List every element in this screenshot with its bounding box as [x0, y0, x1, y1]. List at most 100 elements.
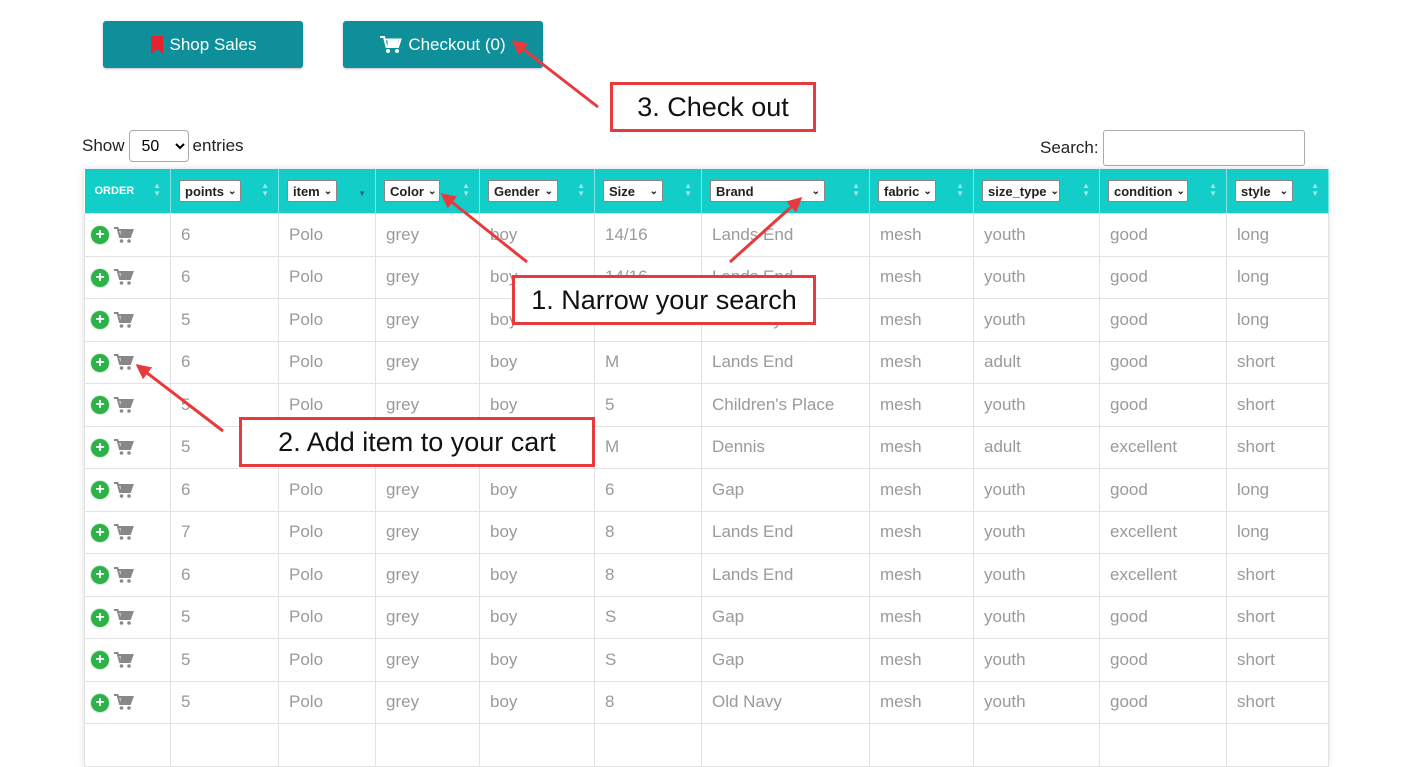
plus-circle-icon[interactable]: + — [91, 438, 109, 457]
table-cell: M — [594, 340, 702, 384]
table-cell: Gap — [701, 638, 870, 682]
cart-icon — [380, 35, 403, 53]
search-label: Search: — [1040, 138, 1099, 157]
order-header-label: ORDER — [94, 185, 135, 197]
table-cell: mesh — [869, 468, 974, 512]
sort-icon[interactable]: ▲ ▼ — [261, 182, 269, 198]
plus-circle-icon[interactable]: + — [91, 353, 109, 372]
table-cell: 6 — [170, 213, 279, 257]
table-cell: long — [1226, 255, 1329, 299]
brand-filter-label: Brand — [716, 183, 754, 199]
table-cell: boy — [479, 468, 595, 512]
sort-icon[interactable]: ▼ — [358, 182, 366, 198]
annotation-add-text: 2. Add item to your cart — [278, 426, 556, 457]
sort-icon[interactable]: ▲ ▼ — [1209, 182, 1217, 198]
cart-icon[interactable] — [114, 481, 134, 499]
table-cell: 6 — [594, 468, 702, 512]
column-header-points: points ⌄ ▲ ▼ — [170, 169, 279, 214]
cart-icon[interactable] — [114, 439, 134, 456]
cart-icon[interactable] — [114, 651, 134, 669]
sort-icon[interactable]: ▲ ▼ — [852, 182, 860, 198]
points-filter-select[interactable]: points ⌄ — [179, 180, 241, 202]
checkout-button[interactable]: Checkout (0) — [343, 21, 543, 68]
plus-circle-icon[interactable]: + — [91, 268, 109, 287]
plus-circle-icon[interactable]: + — [91, 311, 109, 330]
style-filter-select[interactable]: style ⌄ — [1235, 180, 1293, 202]
cart-icon[interactable] — [114, 566, 134, 584]
table-cell: mesh — [869, 213, 974, 257]
table-cell: boy — [479, 553, 595, 597]
table-cell: 7 — [170, 510, 279, 554]
table-row: +6Pologreyboy14/16Lands Endmeshyouthgood… — [84, 213, 1329, 257]
table-header-row: ORDER ▲ ▼ points ⌄ ▲ ▼ item ⌄ ▼ Color ⌄ ▲ ▼ Ge… — [84, 169, 1329, 214]
size-type-filter-select[interactable]: size_type ⌄ — [982, 180, 1060, 202]
table-cell: mesh — [869, 553, 974, 597]
table-cell: grey — [375, 680, 480, 724]
column-header-fabric: fabric ⌄ ▲ ▼ — [869, 169, 974, 214]
cart-icon[interactable] — [114, 269, 134, 286]
sort-icon[interactable]: ▲ ▼ — [1082, 182, 1090, 198]
plus-circle-icon[interactable]: + — [91, 396, 109, 415]
table-cell: grey — [375, 595, 480, 639]
table-cell: good — [1099, 255, 1227, 299]
chevron-down-icon: ⌄ — [1176, 185, 1185, 197]
annotation-narrow-text: 1. Narrow your search — [531, 284, 797, 315]
table-cell: short — [1226, 595, 1329, 639]
cart-icon[interactable] — [114, 226, 134, 244]
table-cell: good — [1099, 680, 1227, 724]
cart-icon[interactable] — [114, 354, 134, 371]
cart-icon[interactable] — [114, 694, 134, 711]
brand-filter-select[interactable]: Brand ⌄ — [710, 180, 825, 202]
table-cell: Polo — [278, 255, 376, 299]
table-cell: youth — [973, 680, 1100, 724]
chevron-down-icon: ⌄ — [544, 185, 553, 197]
size-filter-select[interactable]: Size ⌄ — [603, 180, 663, 202]
cart-icon[interactable] — [114, 311, 134, 329]
column-header-order[interactable]: ORDER ▲ ▼ — [84, 169, 171, 214]
item-filter-select[interactable]: item ⌄ — [287, 180, 337, 202]
table-cell: short — [1226, 340, 1329, 384]
table-cell: 5 — [170, 595, 279, 639]
gender-filter-select[interactable]: Gender ⌄ — [488, 180, 558, 202]
gender-filter-label: Gender — [494, 183, 540, 199]
table-cell: 5 — [170, 298, 279, 342]
table-cell: grey — [375, 213, 480, 257]
condition-filter-label: condition — [1114, 183, 1173, 199]
cart-icon[interactable] — [114, 524, 134, 541]
entries-select[interactable]: 50 — [128, 130, 189, 162]
plus-circle-icon[interactable]: + — [91, 481, 109, 500]
bookmark-icon — [150, 35, 163, 54]
plus-circle-icon[interactable]: + — [91, 693, 109, 712]
table-row: +7 Polo grey boy 8 Lands End mesh youth excellen… — [84, 510, 1329, 554]
sort-icon[interactable]: ▲ ▼ — [577, 182, 585, 198]
plus-circle-icon[interactable]: + — [91, 226, 109, 245]
plus-circle-icon[interactable]: + — [91, 651, 109, 670]
table-cell: M — [594, 425, 702, 469]
condition-filter-select[interactable]: condition ⌄ — [1108, 180, 1188, 202]
shop-sales-label: Shop Sales — [169, 34, 257, 54]
table-cell: youth — [973, 595, 1100, 639]
plus-circle-icon[interactable]: + — [91, 566, 109, 585]
table-cell: 5 — [170, 680, 279, 724]
fabric-filter-select[interactable]: fabric ⌄ — [878, 180, 936, 202]
search-input[interactable] — [1102, 130, 1305, 166]
table-cell: good — [1099, 638, 1227, 682]
shop-sales-button[interactable]: Shop Sales — [103, 21, 303, 68]
cart-icon[interactable] — [114, 396, 134, 414]
sort-icon[interactable]: ▲ ▼ — [462, 182, 470, 198]
color-filter-select[interactable]: Color ⌄ — [384, 180, 440, 202]
cart-icon[interactable] — [114, 609, 134, 626]
table-cell: 8 — [594, 553, 702, 597]
table-cell: boy — [479, 213, 595, 257]
plus-circle-icon[interactable]: + — [91, 608, 109, 627]
sort-icon[interactable]: ▲ ▼ — [684, 182, 692, 198]
sort-icon[interactable]: ▲ ▼ — [956, 182, 964, 198]
plus-circle-icon[interactable]: + — [91, 523, 109, 542]
table-cell: youth — [973, 213, 1100, 257]
show-entries-control: Show 50 entries — [82, 130, 244, 162]
table-cell: good — [1099, 213, 1227, 257]
order-cell: + — [84, 213, 171, 257]
size-filter-label: Size — [609, 183, 636, 199]
order-cell: + — [84, 383, 171, 427]
sort-icon[interactable]: ▲ ▼ — [1311, 182, 1319, 198]
